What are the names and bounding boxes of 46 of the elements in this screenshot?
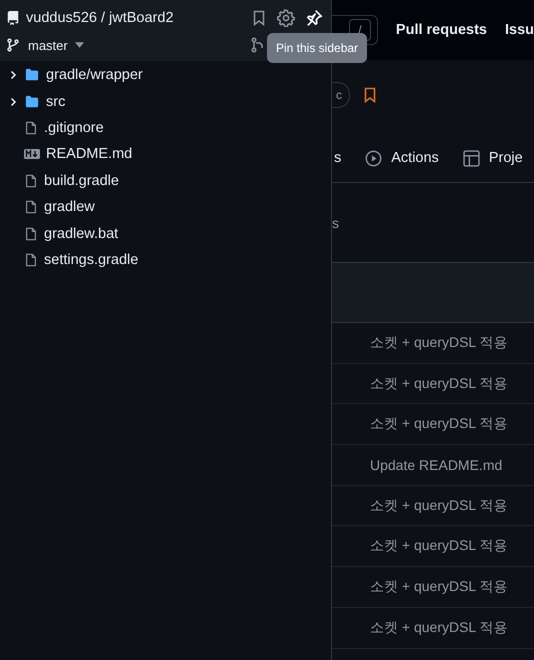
play-icon bbox=[365, 150, 382, 166]
markdown-icon bbox=[24, 149, 40, 160]
bookmark-icon[interactable] bbox=[362, 87, 378, 103]
commit-message[interactable]: 소켓 + queryDSL 적용 bbox=[370, 537, 508, 556]
header-link[interactable]: Pull requests bbox=[396, 22, 487, 38]
commit-message[interactable]: 소켓 + queryDSL 적용 bbox=[370, 374, 508, 393]
tree-item[interactable]: build.gradle bbox=[0, 168, 331, 194]
file-icon bbox=[24, 120, 38, 136]
counter-badge: c bbox=[332, 82, 350, 108]
chevron-right-icon[interactable] bbox=[8, 96, 18, 107]
branch-icon bbox=[6, 38, 20, 52]
repo-icon bbox=[6, 11, 20, 25]
repo-link[interactable]: vuddus526 / jwtBoard2 bbox=[26, 10, 174, 26]
caret-icon bbox=[74, 42, 84, 48]
commit-message[interactable]: 소켓 + queryDSL 적용 bbox=[370, 415, 508, 434]
commit-message[interactable]: 소켓 + queryDSL 적용 bbox=[370, 496, 508, 515]
header-link[interactable]: Issu bbox=[504, 22, 534, 38]
commit-message[interactable]: 소켓 + queryDSL 적용 bbox=[370, 578, 508, 596]
settings-icon[interactable] bbox=[277, 9, 295, 27]
tree-item[interactable]: gradlew.bat bbox=[0, 220, 331, 247]
tree-item[interactable]: src bbox=[0, 88, 331, 115]
file-icon bbox=[24, 199, 38, 216]
commit-message[interactable]: 소켓 + queryDSL 적용 bbox=[370, 618, 508, 637]
pin-icon[interactable] bbox=[305, 9, 323, 27]
file-icon bbox=[24, 172, 38, 189]
section-text: s bbox=[332, 214, 339, 230]
tree-item[interactable]: settings.gradle bbox=[0, 246, 331, 274]
branch-selector[interactable]: master bbox=[26, 38, 86, 52]
commit-message[interactable]: 소켓 + queryDSL 적용 bbox=[370, 334, 508, 352]
file-icon bbox=[24, 226, 38, 242]
compare-icon[interactable] bbox=[250, 37, 266, 53]
tree-item[interactable]: gradlew bbox=[0, 194, 331, 220]
bookmark-icon[interactable] bbox=[251, 10, 267, 26]
chevron-right-icon[interactable] bbox=[8, 70, 18, 80]
table-icon bbox=[462, 150, 480, 166]
repo-tab[interactable]: s bbox=[334, 150, 342, 166]
folder-icon bbox=[24, 68, 40, 82]
tooltip: Pin this sidebar bbox=[267, 33, 368, 63]
commit-message[interactable]: Update README.md bbox=[370, 456, 502, 473]
folder-icon bbox=[24, 94, 40, 109]
tree-item[interactable]: README.md bbox=[0, 141, 331, 168]
repo-tab[interactable]: Actions bbox=[365, 150, 439, 166]
tree-item[interactable]: gradle/wrapper bbox=[0, 62, 331, 88]
file-icon bbox=[24, 252, 38, 268]
repo-tab[interactable]: Proje bbox=[462, 150, 523, 166]
tree-item[interactable]: .gitignore bbox=[0, 114, 331, 142]
